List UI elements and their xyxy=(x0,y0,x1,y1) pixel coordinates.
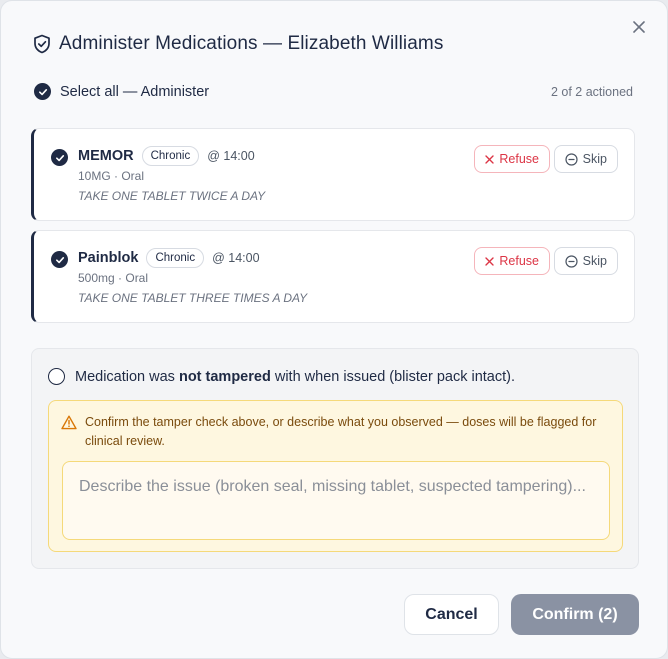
tamper-check-panel: Medication was not tampered with when is… xyxy=(31,348,639,569)
administer-medications-dialog: Administer Medications — Elizabeth Willi… xyxy=(0,0,668,659)
actioned-count: 2 of 2 actioned xyxy=(550,84,633,99)
tamper-check-label[interactable]: Medication was not tampered with when is… xyxy=(75,369,515,385)
skip-label: Skip xyxy=(582,152,607,166)
medication-header: Painblok Chronic @ 14:00 xyxy=(78,248,260,268)
warning-triangle-icon xyxy=(61,415,77,430)
medication-dose: 500mg · Oral xyxy=(78,271,149,285)
medication-time: @ 14:00 xyxy=(212,251,260,265)
medication-dose: 10MG · Oral xyxy=(78,169,145,183)
medication-instructions: TAKE ONE TABLET THREE TIMES A DAY xyxy=(78,291,308,305)
medication-instructions: TAKE ONE TABLET TWICE A DAY xyxy=(78,189,266,203)
skip-button[interactable]: Skip xyxy=(553,247,618,275)
dialog-header: Administer Medications — Elizabeth Willi… xyxy=(33,33,443,55)
medication-card: Painblok Chronic @ 14:00 500mg · Oral TA… xyxy=(31,230,635,323)
refuse-label: Refuse xyxy=(499,152,539,166)
shield-check-icon xyxy=(34,34,50,54)
select-all-label[interactable]: Select all — Administer xyxy=(60,84,209,100)
warning-text: Confirm the tamper check above, or descr… xyxy=(85,415,597,448)
skip-button[interactable]: Skip xyxy=(553,145,618,173)
chronic-badge: Chronic xyxy=(141,146,200,166)
medication-header: MEMOR Chronic @ 14:00 xyxy=(78,146,255,166)
tamper-text-before: Medication was xyxy=(75,368,179,385)
x-icon xyxy=(485,154,495,164)
medication-checkbox[interactable] xyxy=(51,149,68,166)
close-icon xyxy=(633,21,645,33)
select-all-checkbox[interactable] xyxy=(34,83,51,100)
cancel-button[interactable]: Cancel xyxy=(404,594,499,635)
tamper-text-after: with when issued (blister pack intact). xyxy=(270,368,515,385)
dialog-title: Administer Medications — Elizabeth Willi… xyxy=(59,33,444,54)
medication-name: MEMOR xyxy=(78,148,134,164)
medication-checkbox[interactable] xyxy=(51,251,68,268)
confirm-button[interactable]: Confirm (2) xyxy=(511,594,639,635)
tamper-check-row: Medication was not tampered with when is… xyxy=(48,368,515,385)
check-icon xyxy=(38,88,47,95)
medication-name: Painblok xyxy=(78,250,139,266)
refuse-label: Refuse xyxy=(499,254,539,268)
medication-time: @ 14:00 xyxy=(207,149,255,163)
skip-label: Skip xyxy=(582,254,607,268)
tamper-check-radio[interactable] xyxy=(48,368,65,385)
issue-description-input[interactable] xyxy=(62,461,610,540)
minus-circle-icon xyxy=(565,152,578,166)
refuse-button[interactable]: Refuse xyxy=(474,247,550,275)
refuse-button[interactable]: Refuse xyxy=(474,145,550,173)
check-icon xyxy=(55,256,64,263)
tamper-text-bold: not tampered xyxy=(178,368,271,385)
select-all-row: Select all — Administer 2 of 2 actioned xyxy=(34,83,633,100)
check-icon xyxy=(55,154,64,161)
minus-circle-icon xyxy=(565,254,578,268)
x-icon xyxy=(485,256,495,266)
medication-card: MEMOR Chronic @ 14:00 10MG · Oral TAKE O… xyxy=(31,128,635,221)
tamper-warning-box: Confirm the tamper check above, or descr… xyxy=(48,400,623,552)
close-button[interactable] xyxy=(629,17,649,37)
chronic-badge: Chronic xyxy=(146,248,205,268)
